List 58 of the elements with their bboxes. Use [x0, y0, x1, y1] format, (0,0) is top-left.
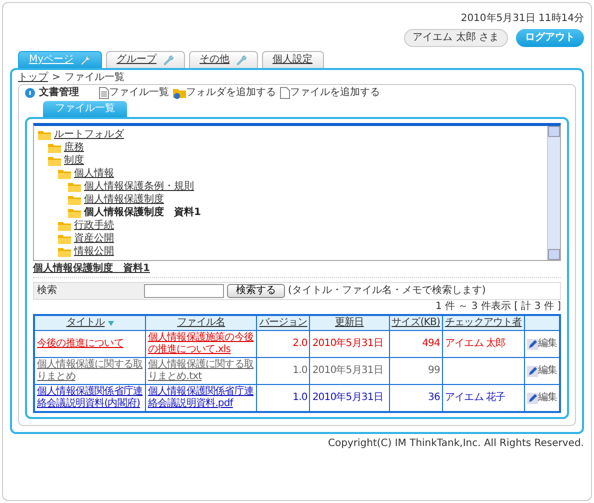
toolbar-link[interactable]: ファイルを追加する: [280, 87, 380, 99]
document-icon: [99, 87, 109, 99]
tree-item[interactable]: 制度: [64, 154, 84, 167]
folder-icon: [48, 156, 61, 166]
version-text: 1.0: [292, 365, 308, 376]
folder-icon: [48, 142, 61, 152]
tree-item[interactable]: 庶務: [64, 141, 84, 154]
date-text: 2010年5月31日: [312, 365, 383, 376]
breadcrumb-separator: >: [52, 72, 60, 84]
document-icon: [280, 87, 290, 99]
folder-icon: [58, 168, 71, 178]
folder-icon: [58, 234, 71, 244]
tree-item[interactable]: 行政手続: [74, 219, 114, 232]
breadcrumb-current: ファイル一覧: [64, 72, 124, 84]
folder-icon: [68, 208, 81, 218]
tree-item[interactable]: 資産公開: [74, 232, 114, 245]
info-icon: [25, 88, 35, 98]
folder-icon: [58, 246, 71, 256]
nav-tab[interactable]: グループ: [106, 51, 185, 68]
search-field[interactable]: [144, 284, 224, 298]
search-label: 検索: [34, 283, 144, 299]
search-button[interactable]: 検索する: [227, 284, 285, 298]
size-text: 494: [422, 338, 440, 349]
version-text: 2.0: [292, 338, 308, 349]
pencil-icon: [526, 392, 538, 404]
breadcrumb-link[interactable]: トップ: [18, 72, 48, 84]
folder-title: 個人情報保護制度 資料1: [33, 261, 561, 278]
section-title: 文書管理: [39, 87, 79, 99]
folder-icon: [58, 220, 71, 230]
tree-item[interactable]: 個人情報保護制度: [84, 193, 164, 206]
date-text: 2010年5月31日: [312, 338, 383, 349]
user-name-badge: アイエム 太郎 さま: [404, 29, 508, 47]
size-text: 36: [428, 392, 440, 403]
checkout-user: アイエム 花子: [444, 392, 506, 403]
size-text: 99: [428, 365, 440, 376]
checkout-user: アイエム 太郎: [444, 338, 506, 349]
copyright: Copyright(C) IM ThinkTank,Inc. All Rights Reserved.: [328, 438, 584, 449]
pencil-icon: [526, 338, 538, 350]
result-count: 1 件 ～ 3 件表示 [ 計 3 件 ]: [436, 301, 561, 312]
pencil-icon: [526, 366, 538, 376]
version-text: 1.0: [292, 392, 308, 403]
datetime: 2010年5月31日 11時14分: [460, 13, 584, 25]
date-text: 2010年5月31日: [312, 392, 383, 403]
tree-item[interactable]: 個人情報保護条例・規則: [84, 180, 194, 193]
folder-icon: [68, 194, 81, 204]
search-hint: (タイトル・ファイル名・メモで検索します): [288, 285, 486, 297]
sort-icon: [108, 320, 114, 326]
nav-tab[interactable]: 個人設定: [262, 51, 324, 68]
tree-item[interactable]: 個人情報保護制度 資料1: [84, 206, 201, 219]
folder-icon: [68, 182, 81, 192]
folder-add-icon: [173, 87, 186, 99]
tree-item[interactable]: 情報公開: [74, 245, 114, 258]
tree-item[interactable]: ルートフォルダ: [54, 128, 124, 141]
folder-icon: [38, 130, 51, 140]
toolbar-link[interactable]: ファイル一覧: [99, 87, 169, 99]
scrollbar[interactable]: [547, 126, 560, 260]
tree-item[interactable]: 個人情報: [74, 167, 114, 180]
toolbar-link[interactable]: フォルダを追加する: [173, 87, 276, 99]
